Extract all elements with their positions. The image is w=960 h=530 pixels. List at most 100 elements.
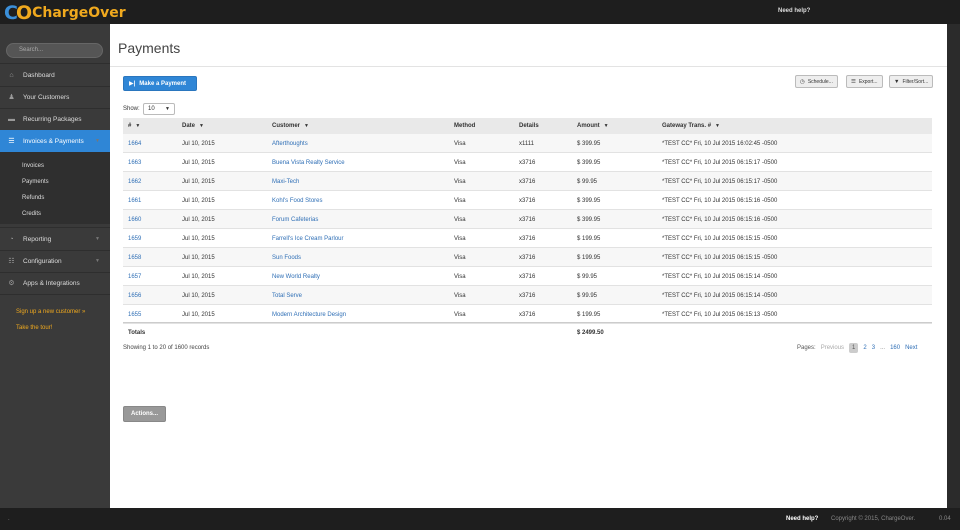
page-link[interactable]: 2 bbox=[863, 345, 866, 351]
list-icon: ☰ bbox=[851, 78, 856, 85]
cell-details: x3716 bbox=[519, 312, 536, 318]
cell-date: Jul 10, 2015 bbox=[182, 141, 215, 147]
table-row[interactable]: 1659 Jul 10, 2015 Farrell's Ice Cream Parl… bbox=[123, 229, 932, 248]
cell-gateway: *TEST CC* Fri, 10 Jul 2015 06:15:16 -050… bbox=[662, 217, 778, 223]
sidebar-item-customers[interactable]: ♟ Your Customers bbox=[0, 86, 110, 108]
cell-customer[interactable]: Forum Cafeterias bbox=[272, 217, 318, 223]
chargeover-logo[interactable]: CO ChargeOver bbox=[4, 2, 126, 24]
make-payment-button[interactable]: ▶| Make a Payment bbox=[123, 76, 197, 91]
cell-number[interactable]: 1655 bbox=[128, 312, 141, 318]
cell-customer[interactable]: Kohl's Food Stores bbox=[272, 198, 323, 204]
submenu-credits[interactable]: Credits bbox=[22, 211, 41, 217]
col-header-details[interactable]: Details bbox=[519, 123, 539, 129]
cell-amount: $ 99.95 bbox=[577, 179, 598, 185]
actions-button[interactable]: Actions... bbox=[123, 406, 166, 422]
col-header-customer[interactable]: Customer ▼ bbox=[272, 123, 309, 129]
pagination: Pages: Previous 1 2 3 ... 160 Next bbox=[792, 341, 917, 354]
page-ellipsis: ... bbox=[880, 344, 886, 351]
col-header-method[interactable]: Method bbox=[454, 123, 475, 129]
schedule-button[interactable]: ◷ Schedule... bbox=[795, 75, 838, 88]
col-header-gateway[interactable]: Gateway Trans. # ▼ bbox=[662, 123, 720, 129]
page-title: Payments bbox=[118, 40, 181, 56]
cell-number[interactable]: 1656 bbox=[128, 293, 141, 299]
record-count: Showing 1 to 20 of 1600 records bbox=[123, 345, 210, 351]
footer-help-link[interactable]: Need help? bbox=[786, 516, 818, 522]
previous-page-link[interactable]: Previous bbox=[821, 345, 844, 351]
sort-down-icon: ▼ bbox=[135, 123, 141, 129]
table-row[interactable]: 1656 Jul 10, 2015 Total Serve Visa x3716 $ 99… bbox=[123, 286, 932, 305]
cell-number[interactable]: 1660 bbox=[128, 217, 141, 223]
cell-number[interactable]: 1661 bbox=[128, 198, 141, 204]
take-tour-link[interactable]: Take the tour! bbox=[16, 325, 52, 331]
submenu-payments[interactable]: Payments bbox=[22, 179, 49, 185]
sidebar-item-packages[interactable]: ▬ Recurring Packages bbox=[0, 108, 110, 130]
main-panel: Payments ▶| Make a Payment ◷ Schedule...… bbox=[110, 24, 947, 508]
table-row[interactable]: 1663 Jul 10, 2015 Buena Vista Realty Servi… bbox=[123, 153, 932, 172]
sidebar-item-configuration[interactable]: ☷ Configuration ▼ bbox=[0, 250, 110, 272]
cell-number[interactable]: 1663 bbox=[128, 160, 141, 166]
filter-icon: ▼ bbox=[304, 123, 309, 129]
filter-icon: ▼ bbox=[603, 123, 609, 129]
cell-customer[interactable]: Modern Architecture Design bbox=[272, 312, 346, 318]
col-header-label: Date bbox=[182, 123, 196, 129]
top-help-link[interactable]: Need help? bbox=[778, 8, 810, 14]
submenu-refunds[interactable]: Refunds bbox=[22, 195, 44, 201]
cell-customer[interactable]: Maxi-Tech bbox=[272, 179, 299, 185]
cell-number[interactable]: 1659 bbox=[128, 236, 141, 242]
sidebar-item-reporting[interactable]: ◔ Reporting ▼ bbox=[0, 228, 110, 250]
filter-sort-button[interactable]: ▼ Filter/Sort... bbox=[889, 75, 934, 88]
col-header-amount[interactable]: Amount ▼ bbox=[577, 123, 609, 129]
export-label: Export... bbox=[858, 78, 878, 85]
invoices-submenu: Invoices Payments Refunds Credits bbox=[0, 152, 110, 224]
next-page-link[interactable]: Next bbox=[905, 345, 917, 351]
cell-date: Jul 10, 2015 bbox=[182, 293, 215, 299]
cell-customer[interactable]: Sun Foods bbox=[272, 255, 301, 261]
sidebar-item-label: Recurring Packages bbox=[23, 115, 82, 123]
submenu-invoices[interactable]: Invoices bbox=[22, 163, 44, 169]
pages-label: Pages: bbox=[797, 344, 816, 351]
cell-number[interactable]: 1664 bbox=[128, 141, 141, 147]
cell-customer[interactable]: Farrell's Ice Cream Parlour bbox=[272, 236, 344, 242]
sidebar: ⚲ Search... ⌂ Dashboard ♟ Your Customers… bbox=[0, 24, 110, 508]
cell-amount: $ 399.95 bbox=[577, 141, 601, 147]
col-header-date[interactable]: Date ▼ bbox=[182, 123, 204, 129]
footer-left-text: . bbox=[8, 516, 10, 522]
col-header-label: Amount bbox=[577, 123, 600, 129]
cell-number[interactable]: 1657 bbox=[128, 274, 141, 280]
current-page: 1 bbox=[849, 342, 859, 353]
sidebar-item-apps[interactable]: ⚙ Apps & Integrations bbox=[0, 272, 110, 294]
col-header-number[interactable]: # ▼ bbox=[128, 123, 140, 129]
sidebar-item-dashboard[interactable]: ⌂ Dashboard bbox=[0, 64, 110, 86]
signup-customer-link[interactable]: Sign up a new customer » bbox=[16, 309, 85, 315]
cell-customer[interactable]: Buena Vista Realty Service bbox=[272, 160, 345, 166]
cell-gateway: *TEST CC* Fri, 10 Jul 2015 06:15:16 -050… bbox=[662, 198, 778, 204]
page-size-select[interactable]: 10 ▼ bbox=[143, 103, 175, 115]
page-size-value: 10 bbox=[148, 106, 155, 112]
page-link[interactable]: 3 bbox=[872, 345, 875, 351]
cell-number[interactable]: 1658 bbox=[128, 255, 141, 261]
cell-customer[interactable]: Total Serve bbox=[272, 293, 302, 299]
cell-customer[interactable]: Afterthoughts bbox=[272, 141, 308, 147]
table-row[interactable]: 1660 Jul 10, 2015 Forum Cafeterias Visa x371… bbox=[123, 210, 932, 229]
filter-icon: ▼ bbox=[715, 123, 720, 129]
table-row[interactable]: 1661 Jul 10, 2015 Kohl's Food Stores Visa x3… bbox=[123, 191, 932, 210]
table-row[interactable]: 1657 Jul 10, 2015 New World Realty Visa x371… bbox=[123, 267, 932, 286]
table-row[interactable]: 1662 Jul 10, 2015 Maxi-Tech Visa x3716 $ 99.9… bbox=[123, 172, 932, 191]
table-row[interactable]: 1658 Jul 10, 2015 Sun Foods Visa x3716 $ 199.… bbox=[123, 248, 932, 267]
package-icon: ▬ bbox=[8, 115, 15, 123]
table-row[interactable]: 1664 Jul 10, 2015 Afterthoughts Visa x1111 $ … bbox=[123, 134, 932, 153]
cell-date: Jul 10, 2015 bbox=[182, 198, 215, 204]
export-button[interactable]: ☰ Export... bbox=[846, 75, 883, 88]
cell-customer[interactable]: New World Realty bbox=[272, 274, 320, 280]
last-page-link[interactable]: 160 bbox=[890, 345, 900, 351]
search-input[interactable]: Search... bbox=[6, 43, 103, 58]
sidebar-item-label: Apps & Integrations bbox=[23, 279, 80, 287]
cell-number[interactable]: 1662 bbox=[128, 179, 141, 185]
sidebar-item-invoices-payments[interactable]: ☰ Invoices & Payments ▼ bbox=[0, 130, 110, 152]
clock-icon: ◷ bbox=[800, 78, 805, 85]
chevron-down-icon: ▼ bbox=[95, 236, 100, 242]
cell-details: x3716 bbox=[519, 179, 536, 185]
cell-method: Visa bbox=[454, 160, 466, 166]
cell-details: x3716 bbox=[519, 255, 536, 261]
cell-amount: $ 99.95 bbox=[577, 274, 598, 280]
